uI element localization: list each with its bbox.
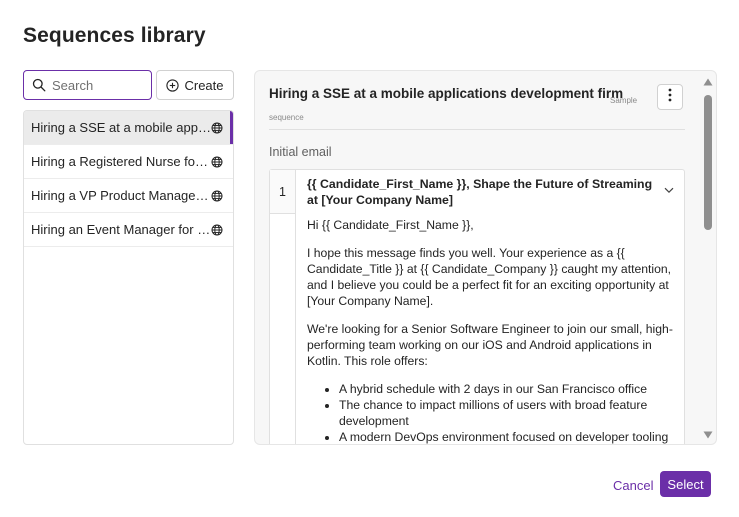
globe-icon (211, 190, 223, 202)
email-subject: {{ Candidate_First_Name }}, Shape the Fu… (307, 177, 653, 207)
divider (269, 129, 685, 130)
cancel-button[interactable]: Cancel (613, 478, 653, 493)
dialog-title: Sequences library (23, 24, 206, 47)
search-input[interactable] (52, 77, 147, 93)
create-button[interactable]: Create (156, 70, 234, 100)
scroll-up-arrow-icon[interactable] (703, 77, 713, 87)
sequence-preview-panel: Hiring a SSE at a mobile applications de… (254, 70, 717, 445)
sequence-list: Hiring a SSE at a mobile applications de… (23, 110, 234, 445)
vertical-scrollbar[interactable] (703, 75, 713, 442)
email-body: Hi {{ Candidate_First_Name }}, I hope th… (307, 217, 677, 444)
more-options-button[interactable] (657, 84, 683, 110)
sequence-item-label: Hiring an Event Manager for a Fortune 50… (31, 222, 211, 237)
email-paragraph: We're looking for a Senior Software Engi… (307, 322, 673, 368)
search-icon (32, 78, 46, 92)
step-number: 1 (270, 170, 296, 214)
sequence-item[interactable]: Hiring a VP Product Management (24, 179, 233, 213)
scroll-down-arrow-icon[interactable] (703, 430, 713, 440)
email-bullet: The chance to impact millions of users w… (339, 397, 677, 429)
select-button[interactable]: Select (660, 471, 711, 497)
email-bullet: A modern DevOps environment focused on d… (339, 429, 677, 444)
globe-icon (211, 224, 223, 236)
section-label: Initial email (269, 145, 332, 159)
more-vertical-icon (668, 88, 672, 107)
step-rail (295, 214, 296, 444)
sequence-item[interactable]: Hiring a SSE at a mobile applications de… (24, 111, 233, 145)
sequence-item-label: Hiring a SSE at a mobile applications de… (31, 120, 211, 135)
sequence-item-label: Hiring a VP Product Management (31, 188, 211, 203)
email-greeting: Hi {{ Candidate_First_Name }}, (307, 218, 474, 232)
email-bullet-list: A hybrid schedule with 2 days in our San… (307, 381, 677, 444)
sample-sequence-tag: Sample sequence (269, 96, 638, 122)
globe-icon (211, 122, 223, 134)
scrollbar-thumb[interactable] (704, 95, 712, 230)
globe-icon (211, 156, 223, 168)
sequence-item[interactable]: Hiring an Event Manager for a Fortune 50… (24, 213, 233, 247)
email-bullet: A hybrid schedule with 2 days in our San… (339, 381, 677, 397)
sequence-item[interactable]: Hiring a Registered Nurse for a leading … (24, 145, 233, 179)
email-step-card: 1 {{ Candidate_First_Name }}, Shape the … (269, 169, 685, 444)
create-button-label: Create (184, 77, 224, 93)
email-paragraph: I hope this message finds you well. Your… (307, 246, 672, 308)
chevron-down-icon[interactable] (663, 184, 675, 196)
plus-circle-icon (166, 78, 180, 92)
sequence-item-label: Hiring a Registered Nurse for a leading … (31, 154, 211, 169)
search-box[interactable] (23, 70, 152, 100)
